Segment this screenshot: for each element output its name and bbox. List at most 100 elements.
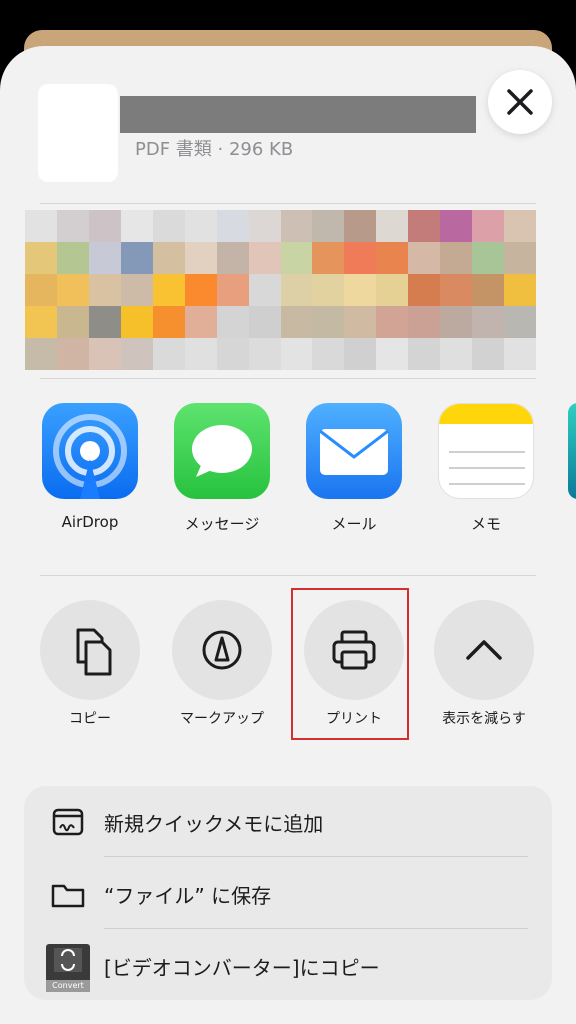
mosaic-tile xyxy=(280,306,313,338)
messages-app-button[interactable] xyxy=(174,403,270,499)
list-item-label: 新規クイックメモに追加 xyxy=(104,812,324,836)
mosaic-tile xyxy=(248,306,281,338)
mosaic-tile xyxy=(216,210,249,242)
app-label: メモ xyxy=(470,515,501,533)
mosaic-tile xyxy=(56,210,89,242)
mail-icon xyxy=(319,429,389,475)
mosaic-tile xyxy=(472,338,505,370)
list-item-label: “ファイル” に保存 xyxy=(104,884,272,908)
mosaic-tile xyxy=(344,306,377,338)
markup-button[interactable] xyxy=(172,600,272,700)
video-converter-row[interactable]: Convert [ビデオコンバーター]にコピー xyxy=(24,930,552,1000)
mosaic-tile xyxy=(504,242,536,274)
mosaic-tile xyxy=(472,242,505,274)
close-button[interactable] xyxy=(488,70,552,134)
mosaic-tile xyxy=(408,274,441,306)
mosaic-tile xyxy=(504,338,536,370)
mosaic-tile xyxy=(25,210,57,242)
mosaic-tile xyxy=(152,242,185,274)
mosaic-tile xyxy=(440,274,473,306)
mosaic-tile xyxy=(280,338,313,370)
mosaic-tile xyxy=(312,242,345,274)
more-app-button-partial[interactable] xyxy=(568,403,576,499)
divider xyxy=(40,203,536,204)
mosaic-tile xyxy=(344,338,377,370)
divider xyxy=(40,575,536,576)
mosaic-tile xyxy=(440,306,473,338)
mosaic-tile xyxy=(88,210,121,242)
mosaic-tile xyxy=(280,242,313,274)
mail-app-button[interactable] xyxy=(306,403,402,499)
mosaic-tile xyxy=(184,210,217,242)
film-icon xyxy=(54,948,82,972)
mosaic-tile xyxy=(280,274,313,306)
mosaic-tile xyxy=(376,210,409,242)
mosaic-tile xyxy=(408,242,441,274)
chevron-up-icon xyxy=(466,640,502,660)
mosaic-tile xyxy=(25,242,57,274)
mosaic-tile xyxy=(248,274,281,306)
divider xyxy=(104,856,528,857)
mosaic-tile xyxy=(344,242,377,274)
mosaic-tile xyxy=(88,306,121,338)
airdrop-app-button[interactable] xyxy=(42,403,138,499)
show-less-button[interactable] xyxy=(434,600,534,700)
mosaic-tile xyxy=(472,210,505,242)
copy-icon xyxy=(76,628,112,676)
mosaic-tile xyxy=(472,274,505,306)
mosaic-tile xyxy=(312,338,345,370)
mosaic-tile xyxy=(376,242,409,274)
mosaic-tile xyxy=(408,306,441,338)
mosaic-tile xyxy=(25,274,57,306)
mosaic-tile xyxy=(440,338,473,370)
markup-icon xyxy=(202,630,242,670)
mosaic-tile xyxy=(216,338,249,370)
mosaic-tile xyxy=(248,338,281,370)
mosaic-tile xyxy=(120,306,153,338)
action-label: 表示を減らす xyxy=(442,711,526,727)
mosaic-tile xyxy=(408,338,441,370)
mosaic-tile xyxy=(504,274,536,306)
notes-icon xyxy=(439,404,533,485)
mosaic-tile xyxy=(120,210,153,242)
divider xyxy=(104,928,528,929)
quick-note-row[interactable]: 新規クイックメモに追加 xyxy=(24,786,552,856)
mosaic-tile xyxy=(120,274,153,306)
mosaic-tile xyxy=(120,338,153,370)
actions-list: 新規クイックメモに追加 “ファイル” に保存 Convert [ビデオコンバータ… xyxy=(24,786,552,1000)
mosaic-tile xyxy=(280,210,313,242)
mosaic-tile xyxy=(56,338,89,370)
converter-caption: Convert xyxy=(46,980,90,992)
mosaic-tile xyxy=(184,242,217,274)
mosaic-tile xyxy=(312,274,345,306)
mosaic-tile xyxy=(88,338,121,370)
notes-app-button[interactable] xyxy=(438,403,534,499)
mosaic-tile xyxy=(376,338,409,370)
mosaic-tile xyxy=(504,306,536,338)
messages-icon xyxy=(192,425,252,477)
mosaic-tile xyxy=(216,242,249,274)
save-to-files-row[interactable]: “ファイル” に保存 xyxy=(24,858,552,928)
mosaic-tile xyxy=(56,306,89,338)
mosaic-tile xyxy=(248,210,281,242)
mosaic-tile xyxy=(248,242,281,274)
app-share-row: AirDrop メッセージ メール メモ xyxy=(0,403,576,543)
mosaic-tile xyxy=(88,242,121,274)
print-highlight-box xyxy=(291,588,409,740)
suggested-contacts-blurred[interactable] xyxy=(25,210,536,370)
folder-icon xyxy=(51,884,85,908)
mosaic-tile xyxy=(184,274,217,306)
airdrop-icon xyxy=(53,414,127,499)
app-label: AirDrop xyxy=(61,513,119,531)
mosaic-tile xyxy=(504,210,536,242)
app-label: メッセージ xyxy=(184,515,260,533)
file-title-redacted xyxy=(120,96,476,133)
list-item-label: [ビデオコンバーター]にコピー xyxy=(104,956,380,980)
file-subtitle: PDF 書類 · 296 KB xyxy=(135,139,294,160)
mosaic-tile xyxy=(152,210,185,242)
copy-button[interactable] xyxy=(40,600,140,700)
mosaic-tile xyxy=(440,242,473,274)
quick-note-icon xyxy=(52,808,84,836)
mosaic-tile xyxy=(88,274,121,306)
mosaic-tile xyxy=(184,338,217,370)
